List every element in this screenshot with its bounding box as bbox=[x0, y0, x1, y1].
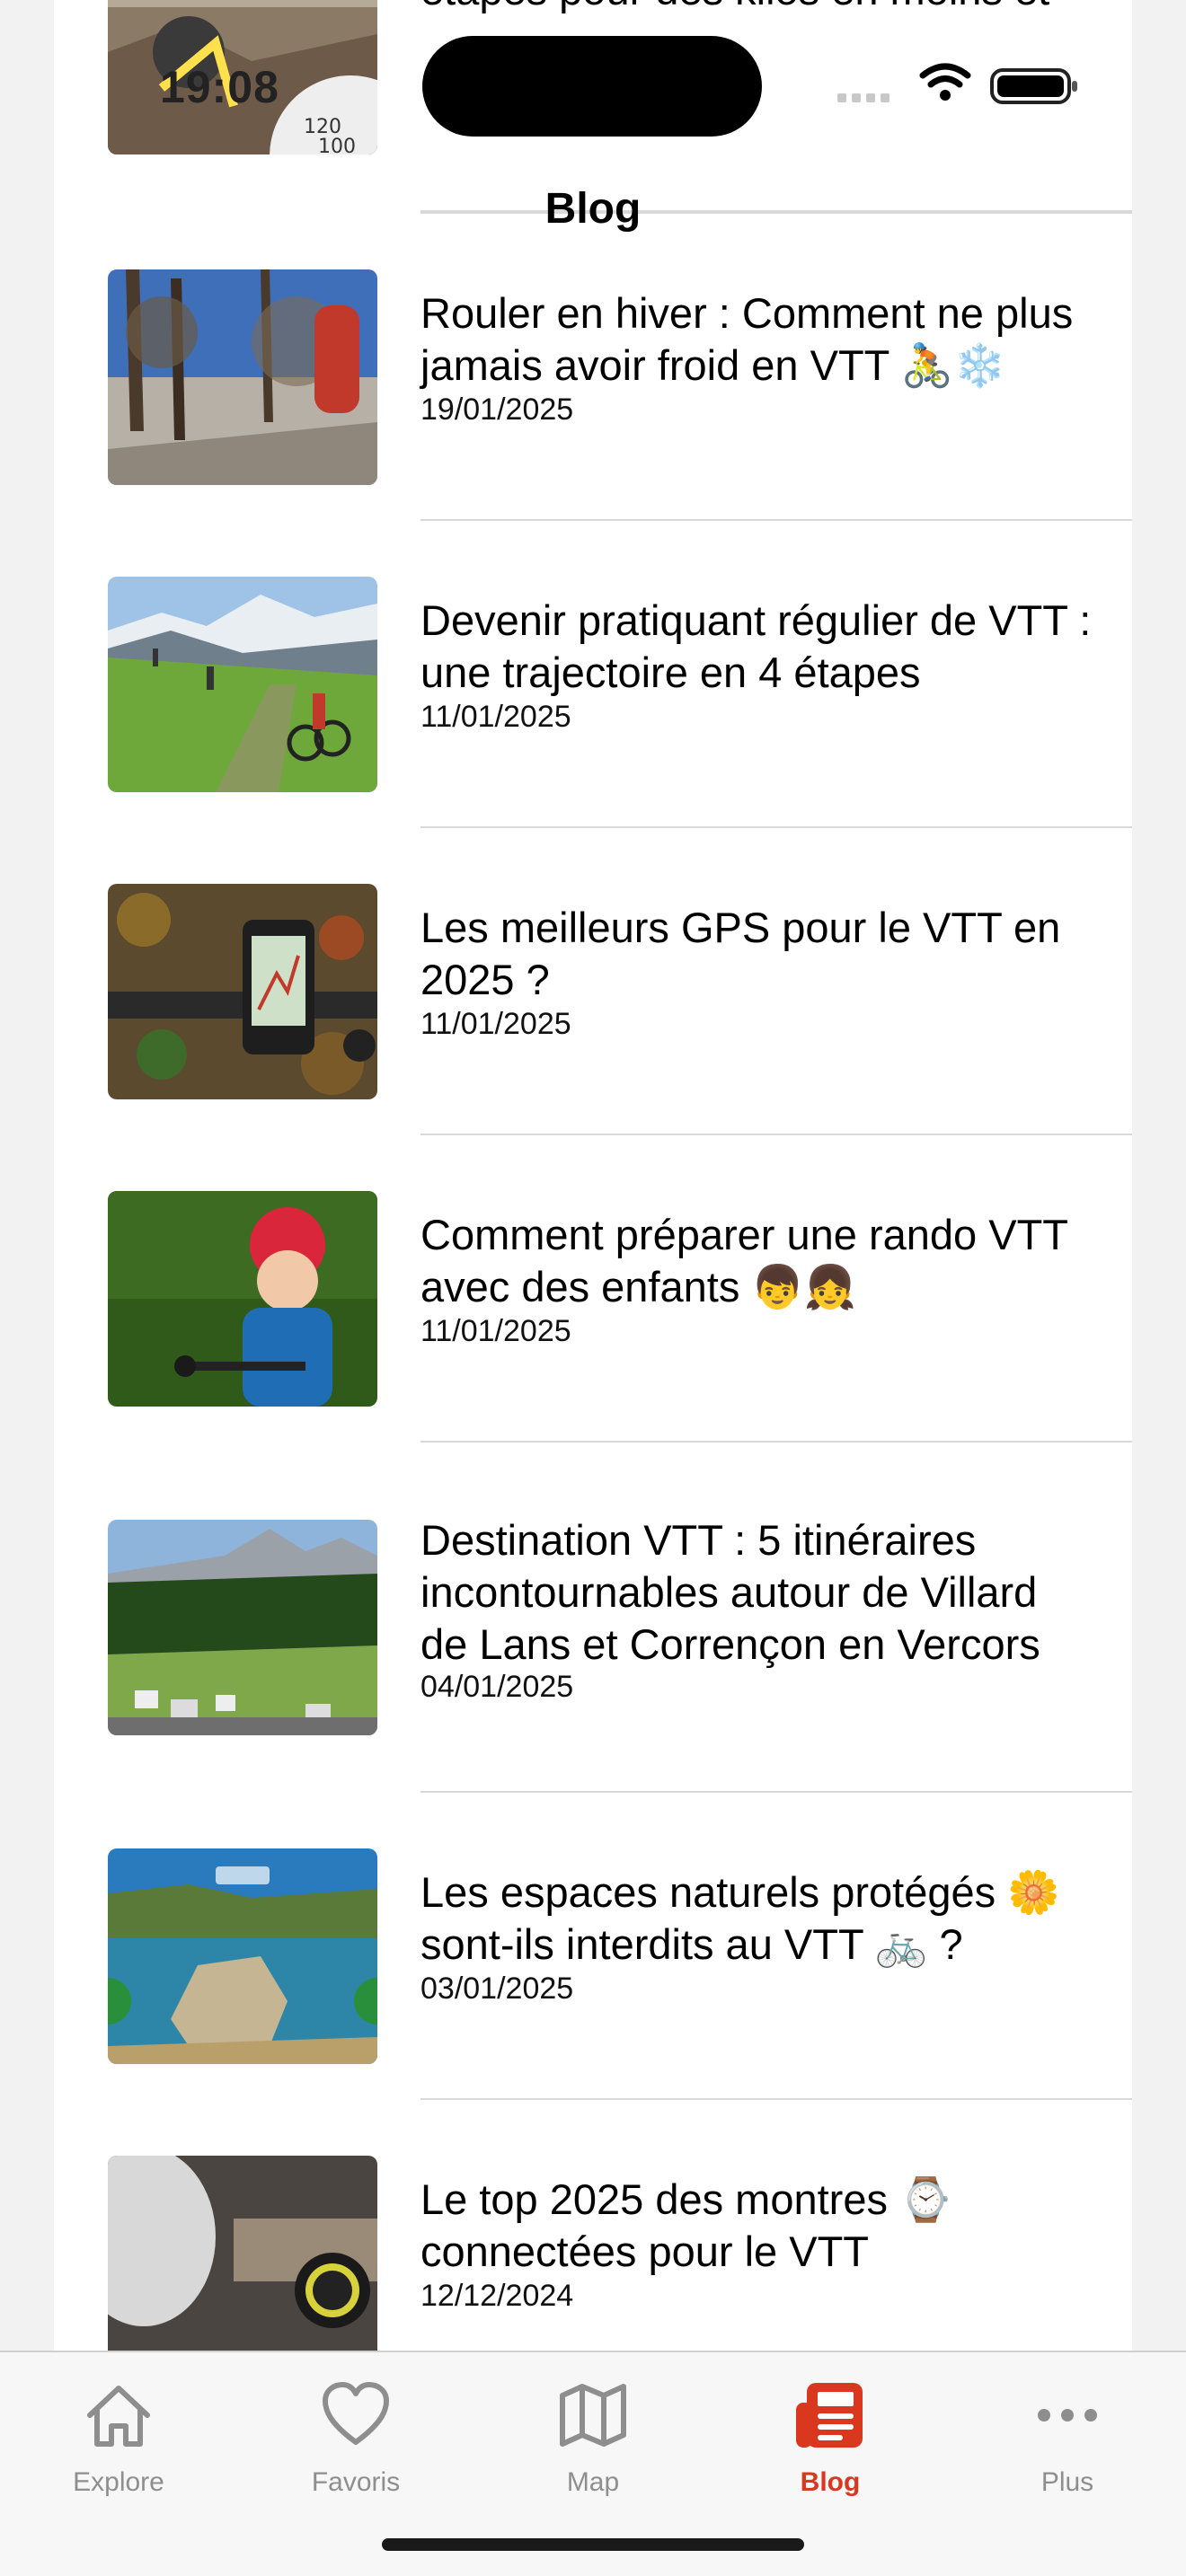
wifi-icon bbox=[919, 63, 971, 101]
article-thumbnail bbox=[108, 577, 377, 792]
article-image bbox=[108, 2156, 377, 2353]
article-title: Les espaces naturels protégés 🌼 sont-ils… bbox=[420, 1868, 1060, 1968]
article-image bbox=[108, 1848, 377, 2064]
article-title: Comment préparer une rando VTT avec des … bbox=[420, 1211, 1068, 1310]
left-gutter bbox=[0, 0, 54, 2353]
article-title: Rouler en hiver : Comment ne plus jamais… bbox=[420, 289, 1074, 389]
article-image bbox=[108, 269, 377, 485]
tab-blog[interactable]: Blog bbox=[712, 2372, 949, 2507]
map-icon bbox=[560, 2384, 626, 2447]
article-date: 03/01/2025 bbox=[420, 1972, 574, 2006]
divider bbox=[420, 2098, 1132, 2100]
article-date: 19/01/2025 bbox=[420, 393, 574, 427]
list-item[interactable]: Les meilleurs GPS pour le VTT en 2025 ? … bbox=[54, 826, 1132, 1134]
divider bbox=[420, 1134, 1132, 1135]
right-gutter bbox=[1132, 0, 1186, 2353]
list-item[interactable]: Devenir pratiquant régulier de VTT : une… bbox=[54, 519, 1132, 826]
article-thumbnail bbox=[108, 1191, 377, 1407]
article-title: Le top 2025 des montres ⌚ connectées pou… bbox=[420, 2175, 952, 2275]
list-item[interactable]: Rouler en hiver : Comment ne plus jamais… bbox=[54, 212, 1132, 519]
tab-label: Plus bbox=[1040, 2467, 1094, 2497]
tab-explore[interactable]: Explore bbox=[0, 2372, 237, 2507]
article-thumbnail bbox=[108, 269, 377, 485]
battery-icon bbox=[990, 68, 1077, 104]
status-icons bbox=[837, 63, 1077, 104]
article-thumbnail bbox=[108, 1520, 377, 1735]
status-time: 19:08 bbox=[160, 62, 279, 112]
article-date: 12/12/2024 bbox=[420, 2279, 574, 2313]
heart-icon bbox=[323, 2382, 389, 2445]
tab-label: Favoris bbox=[311, 2467, 401, 2497]
divider bbox=[420, 1441, 1132, 1442]
home-indicator[interactable] bbox=[382, 2538, 804, 2551]
article-image bbox=[108, 884, 377, 1099]
article-date: 11/01/2025 bbox=[420, 700, 571, 734]
tab-plus[interactable]: Plus bbox=[949, 2372, 1186, 2507]
article-title: étapes pour des kilos en moins et bbox=[420, 0, 1094, 16]
tab-label: Blog bbox=[800, 2467, 861, 2497]
divider bbox=[420, 1791, 1132, 1793]
article-date: 11/01/2025 bbox=[420, 1314, 571, 1348]
more-icon bbox=[1038, 2409, 1097, 2422]
tab-label: Explore bbox=[73, 2467, 164, 2497]
article-image bbox=[108, 1191, 377, 1407]
home-icon bbox=[87, 2386, 150, 2447]
article-image bbox=[108, 577, 377, 792]
status-indicators bbox=[837, 63, 1080, 108]
blog-screen: 120 100 étapes pour des kilos en moins e… bbox=[0, 0, 1186, 2576]
article-image bbox=[108, 1520, 377, 1735]
article-date: 04/01/2025 bbox=[420, 1670, 574, 1704]
article-title: Devenir pratiquant régulier de VTT : une… bbox=[420, 596, 1092, 696]
tab-label: Map bbox=[566, 2467, 620, 2497]
signal-icon bbox=[837, 93, 890, 102]
svg-text:100: 100 bbox=[318, 136, 356, 154]
tab-favoris[interactable]: Favoris bbox=[237, 2372, 474, 2507]
list-item[interactable]: Le top 2025 des montres ⌚ connectées pou… bbox=[54, 2098, 1132, 2353]
divider bbox=[420, 826, 1132, 828]
list-item[interactable]: Destination VTT : 5 itinéraires incontou… bbox=[54, 1441, 1132, 1791]
tab-map[interactable]: Map bbox=[474, 2372, 712, 2507]
dynamic-island bbox=[422, 36, 762, 137]
article-title: Destination VTT : 5 itinéraires incontou… bbox=[420, 1516, 1040, 1668]
article-date: 11/01/2025 bbox=[420, 1007, 571, 1041]
list-item[interactable]: Comment préparer une rando VTT avec des … bbox=[54, 1134, 1132, 1441]
article-title: Les meilleurs GPS pour le VTT en 2025 ? bbox=[420, 904, 1061, 1003]
article-thumbnail bbox=[108, 1848, 377, 2064]
article-thumbnail bbox=[108, 884, 377, 1099]
newspaper-icon bbox=[796, 2383, 863, 2448]
list-item[interactable]: Les espaces naturels protégés 🌼 sont-ils… bbox=[54, 1791, 1132, 2098]
divider bbox=[420, 519, 1132, 521]
article-thumbnail bbox=[108, 2156, 377, 2353]
article-list[interactable]: 120 100 étapes pour des kilos en moins e… bbox=[54, 0, 1132, 2353]
page-title: Blog bbox=[544, 185, 642, 233]
